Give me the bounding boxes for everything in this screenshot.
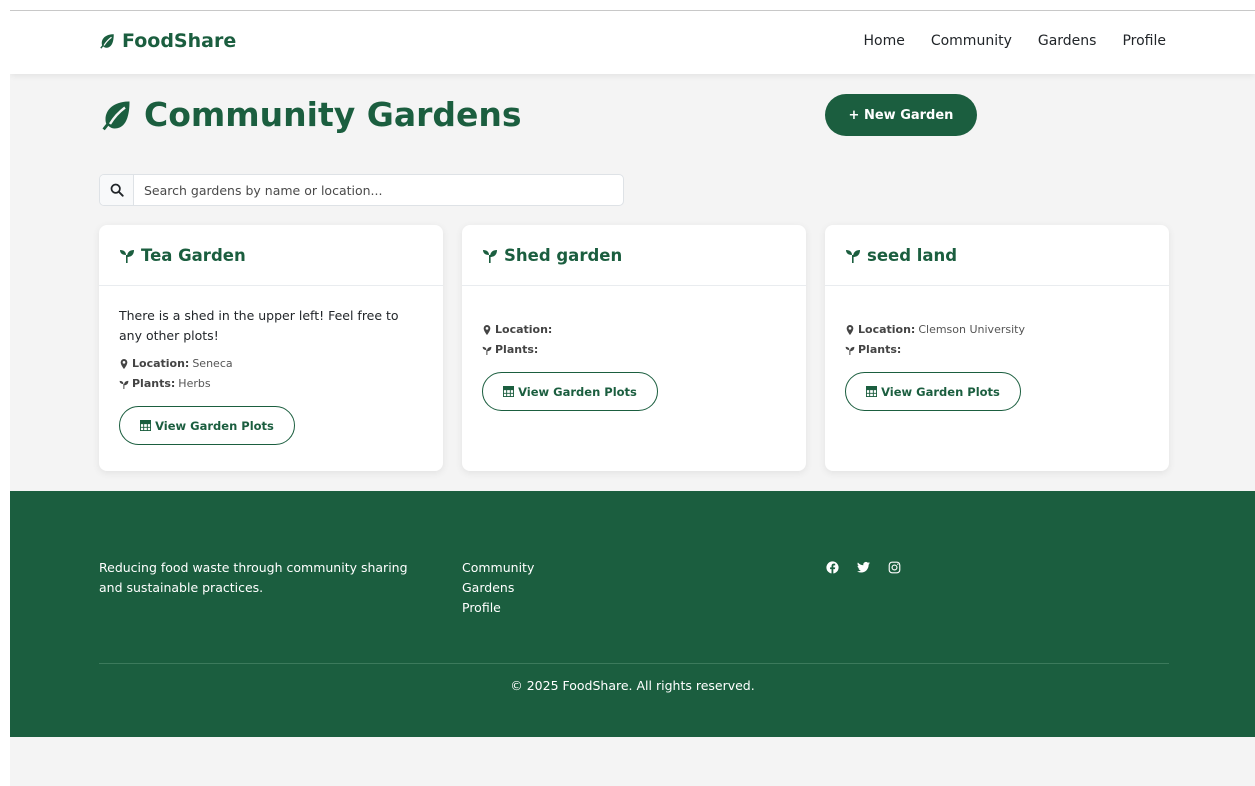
garden-location: Location: xyxy=(482,320,786,340)
view-plots-label: View Garden Plots xyxy=(155,418,274,433)
new-garden-button[interactable]: + New Garden xyxy=(825,94,977,136)
twitter-icon[interactable] xyxy=(856,560,871,575)
map-pin-icon xyxy=(483,325,491,335)
social-links xyxy=(825,560,902,575)
seedling-icon xyxy=(120,250,134,263)
view-plots-label: View Garden Plots xyxy=(518,384,637,399)
instagram-icon[interactable] xyxy=(887,560,902,575)
location-label: Location: xyxy=(495,323,553,336)
plants-label: Plants: xyxy=(132,377,176,390)
card-header: seed land xyxy=(825,225,1169,286)
plants-label: Plants: xyxy=(858,343,902,356)
seedling-icon xyxy=(482,346,492,355)
footer-divider xyxy=(99,663,1169,664)
nav-gardens[interactable]: Gardens xyxy=(1038,33,1097,49)
leaf-icon xyxy=(100,34,114,49)
table-icon xyxy=(503,386,515,397)
copyright: © 2025 FoodShare. All rights reserved. xyxy=(510,678,755,693)
view-garden-plots-button[interactable]: View Garden Plots xyxy=(845,372,1021,411)
search-input[interactable] xyxy=(134,175,623,205)
page-title: Community Gardens xyxy=(98,95,522,134)
view-plots-label: View Garden Plots xyxy=(881,384,1000,399)
nav-links: Home Community Gardens Profile xyxy=(863,33,1166,49)
garden-name: Shed garden xyxy=(504,245,623,265)
card-header: Shed garden xyxy=(462,225,806,286)
seedling-icon xyxy=(483,250,497,263)
garden-card: Shed garden Location: Plants: View Garde… xyxy=(462,225,806,471)
brand-name: FoodShare xyxy=(122,30,237,52)
garden-plants: Plants: xyxy=(845,340,1149,360)
seedling-icon xyxy=(846,250,860,263)
table-icon xyxy=(866,386,878,397)
location-value: Seneca xyxy=(192,357,233,370)
seedling-icon xyxy=(119,380,129,389)
brand-link[interactable]: FoodShare xyxy=(98,30,236,52)
leaf-icon xyxy=(102,101,130,130)
location-label: Location: xyxy=(132,357,190,370)
footer-links: Community Gardens Profile xyxy=(462,558,534,618)
garden-plants: Plants: Herbs xyxy=(119,374,423,394)
plants-value: Herbs xyxy=(178,377,211,390)
footer: Reducing food waste through community sh… xyxy=(10,491,1255,737)
footer-tagline: Reducing food waste through community sh… xyxy=(99,560,408,595)
seedling-icon xyxy=(845,346,855,355)
page-title-text: Community Gardens xyxy=(144,95,522,134)
footer-link-community[interactable]: Community xyxy=(462,558,534,578)
location-value: Clemson University xyxy=(918,323,1025,336)
card-header: Tea Garden xyxy=(99,225,443,286)
search-group xyxy=(99,174,624,206)
nav-profile[interactable]: Profile xyxy=(1122,33,1166,49)
search-icon xyxy=(100,175,134,205)
plants-label: Plants: xyxy=(495,343,539,356)
garden-location: Location: Seneca xyxy=(119,354,423,374)
garden-plants: Plants: xyxy=(482,340,786,360)
browser-viewport: FoodShare Home Community Gardens Profile… xyxy=(10,10,1255,786)
garden-description: There is a shed in the upper left! Feel … xyxy=(119,308,399,343)
location-label: Location: xyxy=(858,323,916,336)
footer-link-profile[interactable]: Profile xyxy=(462,598,534,618)
view-garden-plots-button[interactable]: View Garden Plots xyxy=(482,372,658,411)
map-pin-icon xyxy=(120,359,128,369)
view-garden-plots-button[interactable]: View Garden Plots xyxy=(119,406,295,445)
garden-location: Location: Clemson University xyxy=(845,320,1149,340)
garden-name: seed land xyxy=(867,245,958,265)
footer-link-gardens[interactable]: Gardens xyxy=(462,578,534,598)
garden-card: Tea Garden There is a shed in the upper … xyxy=(99,225,443,471)
table-icon xyxy=(140,420,152,431)
nav-community[interactable]: Community xyxy=(931,33,1012,49)
garden-card: seed land Location: Clemson University P… xyxy=(825,225,1169,471)
map-pin-icon xyxy=(846,325,854,335)
nav-home[interactable]: Home xyxy=(863,33,904,49)
garden-name: Tea Garden xyxy=(141,245,246,265)
facebook-icon[interactable] xyxy=(825,560,840,575)
navbar: FoodShare Home Community Gardens Profile xyxy=(10,11,1255,74)
